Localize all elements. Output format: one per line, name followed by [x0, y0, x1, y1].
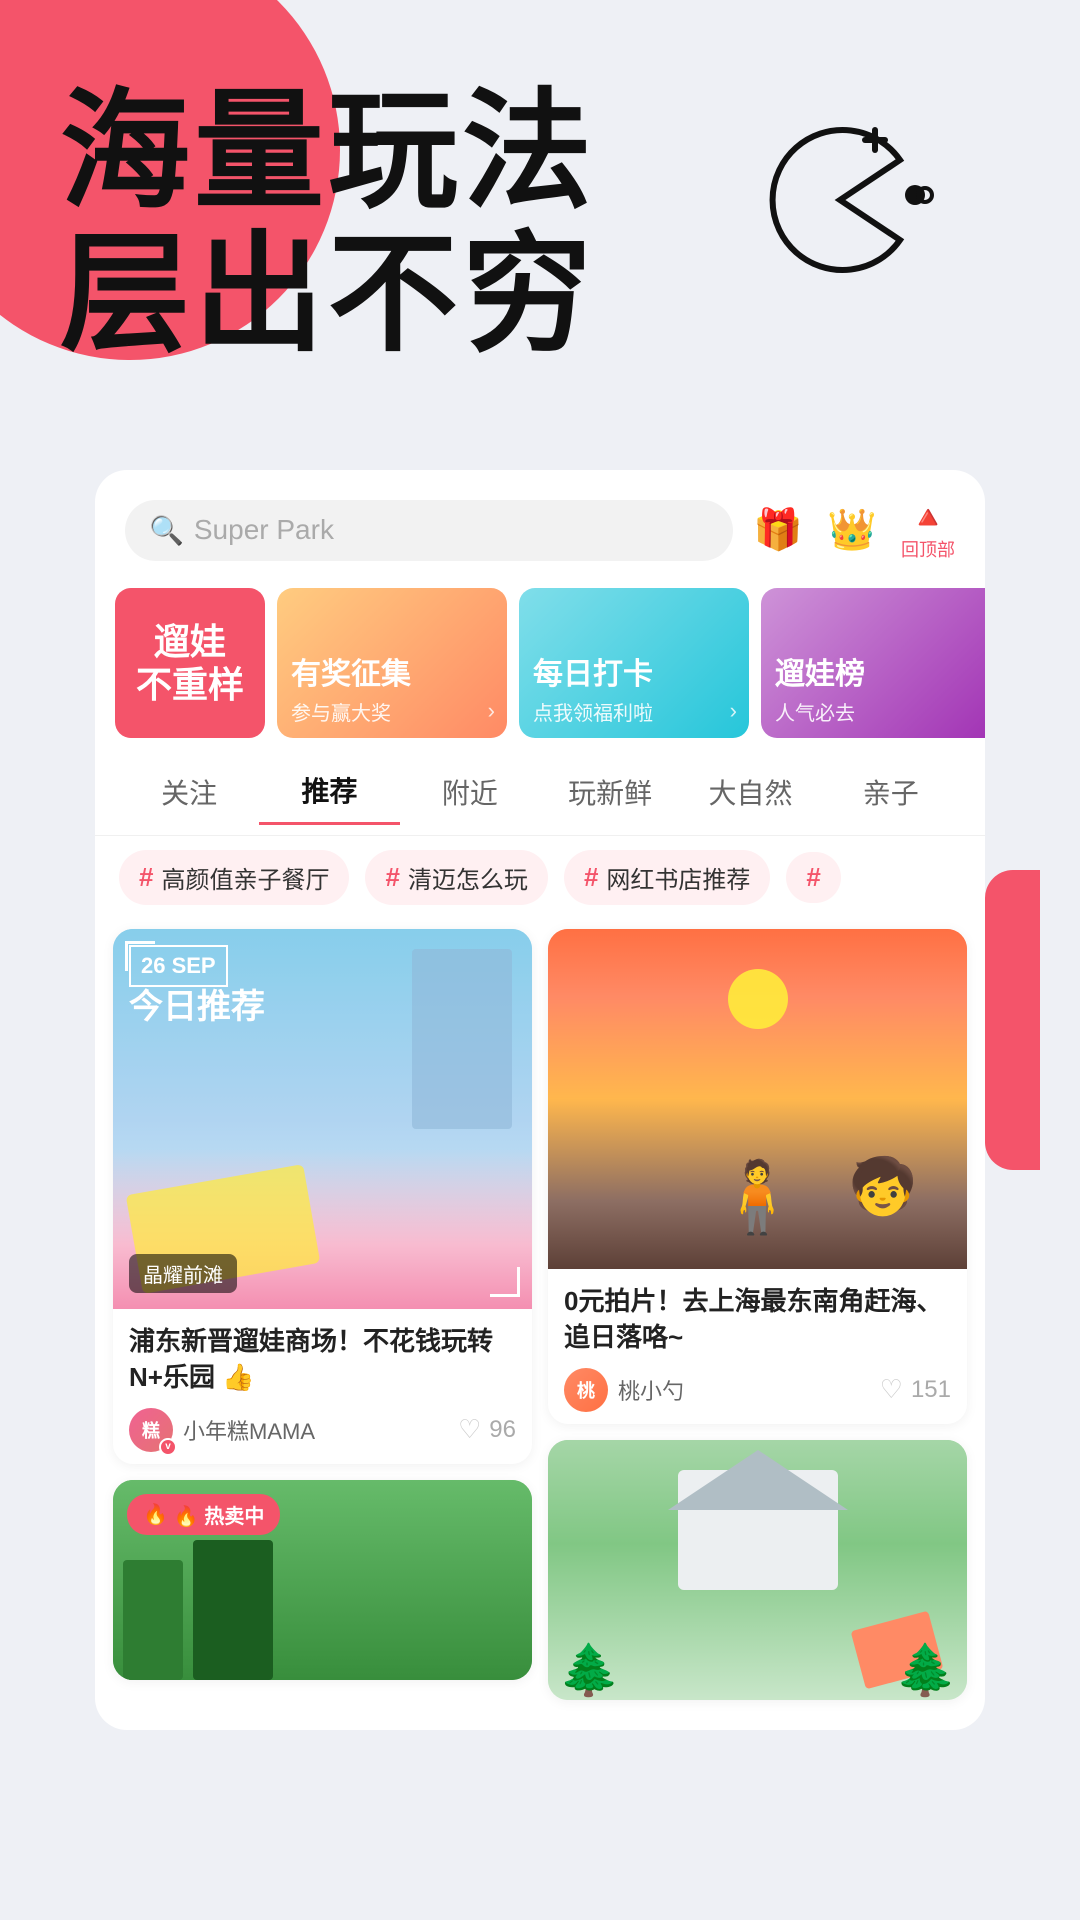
tag-restaurant[interactable]: # 高颜值亲子餐厅 — [119, 850, 349, 905]
content-col-left: 26 SEP 今日推荐 晶耀前滩 浦东新晋遛娃商场！不花钱玩转N+乐园 👍 糕 … — [113, 929, 532, 1680]
banner-tag-collect: 有奖征集 — [291, 657, 493, 693]
hot-label-text: 🔥 热卖中 — [174, 1500, 264, 1529]
tab-family[interactable]: 亲子 — [821, 760, 961, 824]
avatar-sunset: 桃 — [564, 1368, 608, 1412]
gift-icon[interactable]: 🎁 — [753, 510, 803, 550]
search-input-wrap[interactable]: 🔍 Super Park — [125, 500, 733, 561]
banner-card-collect[interactable]: 有奖征集 参与赢大奖 › — [277, 588, 507, 738]
tag-hash-icon3: # — [584, 862, 598, 893]
like-info-featured: ♡ 96 — [458, 1414, 516, 1445]
like-icon-sunset: ♡ — [880, 1374, 903, 1405]
tag-chiangmai[interactable]: # 清迈怎么玩 — [365, 850, 547, 905]
banner-arrow-checkin-icon: › — [730, 698, 737, 724]
hero-title: 海量玩法 层出不穷 — [60, 80, 596, 366]
card-footer-featured: 糕 v 小年糕MAMA ♡ 96 — [129, 1408, 516, 1452]
crown-icon[interactable]: 👑 — [827, 510, 877, 550]
author-info-featured: 糕 v 小年糕MAMA — [129, 1408, 315, 1452]
hot-fire-icon: 🔥 — [143, 1502, 168, 1527]
banner-overlay-ranking: 遛娃榜 人气必去 — [761, 588, 985, 738]
card-title-featured: 浦东新晋遛娃商场！不花钱玩转N+乐园 👍 — [129, 1323, 516, 1396]
tab-recommend[interactable]: 推荐 — [259, 758, 399, 825]
avatar-featured: 糕 v — [129, 1408, 173, 1452]
header-icons: 🎁 👑 🔺 回顶部 — [753, 498, 955, 562]
nav-tabs: 关注 推荐 附近 玩新鲜 大自然 亲子 — [95, 748, 985, 836]
back-top-arrow-icon: 🔺 — [908, 498, 948, 536]
card-title-sunset: 0元拍片！去上海最东南角赶海、追日落咯~ — [564, 1283, 951, 1356]
tag-hash-icon4: # — [806, 862, 820, 893]
content-grid: 26 SEP 今日推荐 晶耀前滩 浦东新晋遛娃商场！不花钱玩转N+乐园 👍 糕 … — [95, 919, 985, 1710]
card-body-featured: 浦东新晋遛娃商场！不花钱玩转N+乐园 👍 糕 v 小年糕MAMA ♡ — [113, 1309, 532, 1464]
red-side-decoration — [985, 870, 1040, 1170]
banner-overlay-checkin: 每日打卡 点我领福利啦 — [519, 588, 749, 738]
tab-follow[interactable]: 关注 — [119, 760, 259, 824]
hero-section: 海量玩法 层出不穷 — [0, 0, 1080, 500]
banner-tag-checkin: 每日打卡 — [533, 657, 735, 693]
card-body-sunset: 0元拍片！去上海最东南角赶海、追日落咯~ 桃 桃小勺 ♡ 151 — [548, 1269, 967, 1424]
tab-nearby[interactable]: 附近 — [400, 760, 540, 824]
tag-hash-icon2: # — [385, 862, 399, 893]
banner-card-checkin[interactable]: 每日打卡 点我领福利啦 › — [519, 588, 749, 738]
tab-new[interactable]: 玩新鲜 — [540, 760, 680, 824]
banner-red-text: 遛娃不重样 — [136, 620, 244, 706]
author-name-featured: 小年糕MAMA — [183, 1414, 315, 1446]
like-icon-featured: ♡ — [458, 1414, 481, 1445]
banner-tag-ranking: 遛娃榜 — [775, 657, 985, 693]
card-nature[interactable]: 🌲 🌲 — [548, 1440, 967, 1700]
tag-row: # 高颜值亲子餐厅 # 清迈怎么玩 # 网红书店推荐 # — [95, 836, 985, 919]
tag-hash-icon: # — [139, 862, 153, 893]
avatar-verified-badge: v — [159, 1438, 177, 1456]
like-info-sunset: ♡ 151 — [880, 1374, 951, 1405]
location-badge: 晶耀前滩 — [129, 1254, 237, 1293]
banner-sub-checkin: 点我领福利啦 — [533, 697, 735, 726]
content-col-right: 🧍 🧒 0元拍片！去上海最东南角赶海、追日落咯~ 桃 桃小勺 — [548, 929, 967, 1700]
tag-bookstore[interactable]: # 网红书店推荐 — [564, 850, 770, 905]
hot-badge: 🔥 🔥 热卖中 — [127, 1494, 280, 1535]
back-top-label: 回顶部 — [901, 536, 955, 562]
tab-nature[interactable]: 大自然 — [680, 760, 820, 824]
search-placeholder-text: Super Park — [194, 514, 334, 546]
banner-overlay-collect: 有奖征集 参与赢大奖 — [277, 588, 507, 738]
search-bar-row: 🔍 Super Park 🎁 👑 🔺 回顶部 — [95, 470, 985, 578]
banner-card-no-repeat[interactable]: 遛娃不重样 — [115, 588, 265, 738]
card-footer-sunset: 桃 桃小勺 ♡ 151 — [564, 1368, 951, 1412]
like-count-featured: 96 — [489, 1416, 516, 1444]
like-count-sunset: 151 — [911, 1376, 951, 1404]
card-sunset[interactable]: 🧍 🧒 0元拍片！去上海最东南角赶海、追日落咯~ 桃 桃小勺 — [548, 929, 967, 1424]
pacman-icon — [760, 120, 940, 285]
corner-bracket-br — [490, 1267, 520, 1297]
card-featured[interactable]: 26 SEP 今日推荐 晶耀前滩 浦东新晋遛娃商场！不花钱玩转N+乐园 👍 糕 … — [113, 929, 532, 1464]
author-info-sunset: 桃 桃小勺 — [564, 1368, 684, 1412]
tag-restaurant-text: 高颜值亲子餐厅 — [161, 860, 329, 895]
tag-chiangmai-text: 清迈怎么玩 — [408, 860, 528, 895]
card-hotspot[interactable]: 🔥 🔥 热卖中 — [113, 1480, 532, 1680]
today-label: 今日推荐 — [129, 979, 265, 1028]
banner-sub-ranking: 人气必去 — [775, 697, 985, 726]
banner-row: 遛娃不重样 有奖征集 参与赢大奖 › 每日打卡 点我领福利啦 › — [95, 578, 985, 748]
banner-arrow-icon: › — [488, 698, 495, 724]
author-name-sunset: 桃小勺 — [618, 1374, 684, 1406]
banner-sub-collect: 参与赢大奖 — [291, 697, 493, 726]
tag-more[interactable]: # — [786, 852, 840, 903]
app-card: 🔍 Super Park 🎁 👑 🔺 回顶部 遛娃不重样 — [95, 470, 985, 1730]
search-icon: 🔍 — [149, 514, 184, 547]
back-top-button[interactable]: 🔺 回顶部 — [901, 498, 955, 562]
banner-card-ranking[interactable]: 遛娃榜 人气必去 › — [761, 588, 985, 738]
tag-bookstore-text: 网红书店推荐 — [606, 860, 750, 895]
